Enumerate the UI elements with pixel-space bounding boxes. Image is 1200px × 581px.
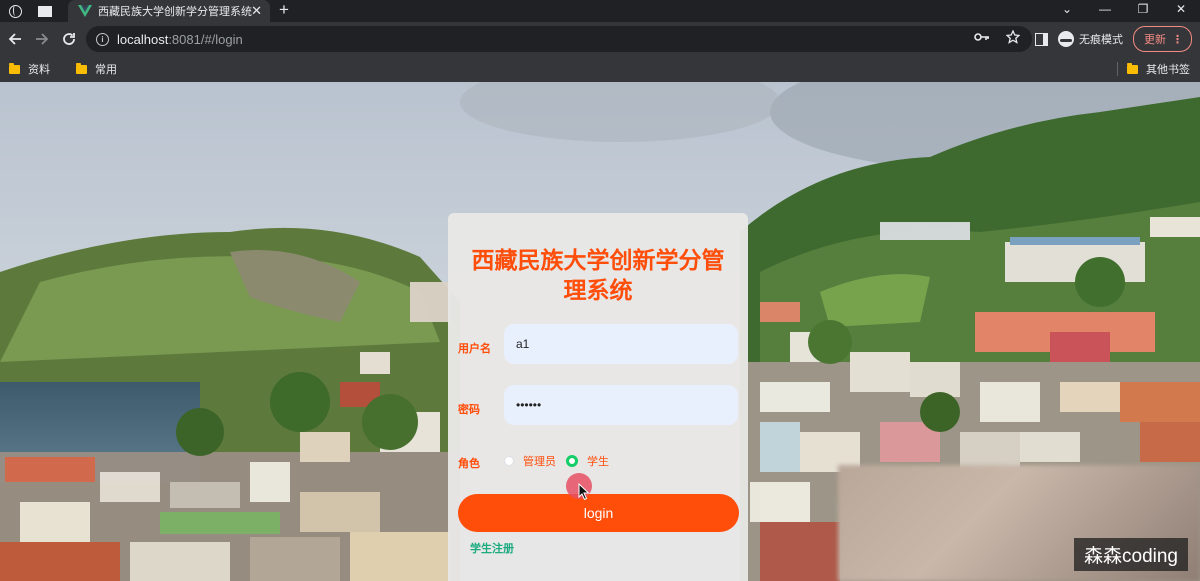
- vue-logo-icon: [78, 5, 92, 17]
- page-viewport: 森森coding 西藏民族大学创新学分管理系统 用户名 a1 密码 ••••••…: [0, 82, 1200, 581]
- incognito-label: 无痕模式: [1079, 34, 1123, 46]
- close-window-icon[interactable]: ✕: [1162, 0, 1200, 22]
- bookmark-label: 资料: [28, 64, 50, 76]
- url-host: localhost: [117, 31, 169, 47]
- bookmarks-divider: [1117, 62, 1118, 76]
- role-option-label: 学生: [587, 456, 609, 468]
- site-info-icon[interactable]: i: [96, 32, 109, 46]
- update-label: 更新: [1144, 34, 1166, 46]
- incognito-icon: [1058, 31, 1074, 47]
- watermark-text: 森森coding: [1074, 538, 1188, 571]
- student-register-link[interactable]: 学生注册: [470, 540, 514, 556]
- new-tab-button[interactable]: +: [279, 0, 289, 20]
- address-bar[interactable]: i localhost:8081/#/login: [86, 26, 1032, 52]
- password-label: 密码: [458, 404, 480, 416]
- restore-icon[interactable]: ❐: [1124, 0, 1162, 22]
- back-button[interactable]: [2, 26, 28, 52]
- bookmark-folder-ziliao[interactable]: 资料: [9, 61, 50, 77]
- username-input[interactable]: a1: [504, 324, 738, 364]
- role-option-student[interactable]: 学生: [566, 453, 609, 469]
- mouse-cursor-icon: [578, 483, 590, 501]
- url-path: :8081/#/login: [168, 31, 243, 47]
- reload-icon: [63, 33, 75, 45]
- tab-close-icon[interactable]: ✕: [251, 3, 262, 19]
- forward-button[interactable]: [29, 26, 55, 52]
- role-option-label: 管理员: [523, 456, 556, 468]
- role-radio-group: 管理员 学生: [504, 453, 619, 469]
- menu-kebab-icon: ⋮: [1172, 33, 1183, 46]
- minimize-icon[interactable]: —: [1086, 0, 1124, 22]
- tab-strip: 西藏民族大学创新学分管理系统 ✕ + ⌄ — ❐ ✕: [0, 0, 1200, 22]
- reload-button[interactable]: [56, 26, 82, 52]
- login-card: 西藏民族大学创新学分管理系统 用户名 a1 密码 •••••• 角色 管理员 学…: [448, 213, 748, 581]
- bookmark-label: 常用: [95, 64, 117, 76]
- incognito-indicator[interactable]: 无痕模式: [1058, 31, 1123, 47]
- radio-unchecked-icon: [504, 456, 514, 466]
- browser-toolbar: i localhost:8081/#/login 无痕模式 更新 ⋮: [0, 22, 1200, 56]
- key-icon[interactable]: [974, 30, 990, 44]
- bookmarks-bar: 资料 常用 其他书签: [0, 56, 1200, 82]
- page-title: 西藏民族大学创新学分管理系统: [471, 247, 725, 303]
- username-value: a1: [516, 337, 530, 351]
- url-text[interactable]: localhost:8081/#/login: [117, 32, 243, 47]
- role-option-admin[interactable]: 管理员: [504, 453, 556, 469]
- forward-arrow-icon: [36, 33, 49, 45]
- role-label: 角色: [458, 458, 480, 470]
- active-tab[interactable]: 西藏民族大学创新学分管理系统 ✕: [68, 0, 270, 22]
- radio-checked-icon: [566, 455, 578, 467]
- tab-group-button[interactable]: [30, 0, 60, 22]
- back-arrow-icon: [8, 33, 21, 45]
- window-icon: [38, 5, 52, 17]
- folder-icon: [9, 62, 20, 74]
- login-button[interactable]: login: [458, 494, 739, 532]
- tab-list-icon[interactable]: ⌄: [1048, 0, 1086, 22]
- password-value: ••••••: [516, 398, 542, 412]
- password-input[interactable]: ••••••: [504, 385, 738, 425]
- globe-icon: [8, 4, 22, 18]
- tab-search-button[interactable]: [0, 0, 30, 22]
- update-button[interactable]: 更新 ⋮: [1133, 26, 1192, 52]
- other-bookmarks-label: 其他书签: [1146, 64, 1190, 76]
- window-controls: ⌄ — ❐ ✕: [1048, 0, 1200, 22]
- bookmark-folder-changyong[interactable]: 常用: [76, 61, 117, 77]
- tab-title: 西藏民族大学创新学分管理系统: [98, 6, 252, 18]
- bookmark-star-icon[interactable]: [1006, 30, 1020, 44]
- other-bookmarks[interactable]: 其他书签: [1127, 56, 1190, 82]
- side-panel-icon[interactable]: [1035, 32, 1048, 46]
- folder-icon: [76, 62, 87, 74]
- username-label: 用户名: [458, 343, 491, 355]
- folder-icon: [1127, 62, 1138, 74]
